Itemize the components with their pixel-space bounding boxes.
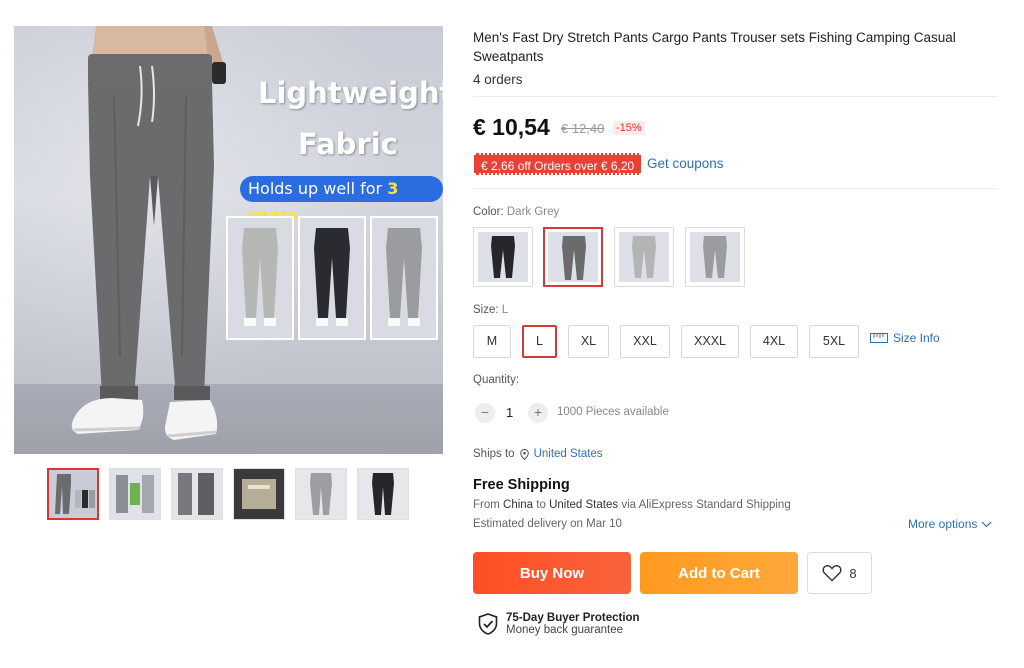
color-selected-value: Dark Grey: [506, 206, 560, 218]
size-label-text: Size:: [473, 304, 502, 316]
thumbnail-2[interactable]: [109, 468, 161, 520]
estimated-delivery: Estimated delivery on Mar 10: [473, 518, 622, 530]
promo-variant-black: [298, 216, 366, 340]
product-title: Men's Fast Dry Stretch Pants Cargo Pants…: [473, 30, 956, 64]
color-option-dark-grey[interactable]: [543, 227, 603, 287]
ships-to-label: Ships to: [473, 448, 515, 460]
current-price: € 10,54: [473, 114, 550, 140]
promo-heading-line1: Lightweight: [258, 76, 443, 110]
protection-subtitle: Money back guarantee: [506, 624, 623, 636]
size-option-l[interactable]: L: [522, 325, 557, 358]
thumb-pants-icon: [296, 469, 346, 519]
thumb-pants-icon: [110, 469, 160, 519]
size-option-xl[interactable]: XL: [568, 325, 609, 358]
orders-count: 4 orders: [473, 72, 523, 87]
pants-light-grey-icon: [619, 232, 669, 282]
original-price: € 12,40: [561, 121, 605, 136]
color-option-grey[interactable]: [685, 227, 745, 287]
pants-grey-icon: [386, 228, 422, 326]
from-prefix: From: [473, 499, 504, 511]
add-to-cart-button[interactable]: Add to Cart: [640, 552, 798, 594]
shipping-route: From China to United States via AliExpre…: [473, 499, 791, 511]
main-product-image[interactable]: Lightweight Fabric Holds up well for 3 y…: [14, 26, 443, 454]
promo-variant-grey: [370, 216, 438, 340]
via-carrier: via AliExpress Standard Shipping: [618, 499, 791, 511]
thumb-pants-icon: [358, 469, 408, 519]
color-swatch: [690, 232, 740, 282]
size-option-m[interactable]: M: [473, 325, 511, 358]
wishlist-count: 8: [849, 565, 857, 581]
ships-to: Ships to United States: [473, 448, 603, 460]
coupon-badge[interactable]: € 2,66 off Orders over € 6,20: [474, 153, 642, 175]
color-swatch: [619, 232, 669, 282]
location-pin-icon: [519, 448, 529, 460]
quantity-decrease-button[interactable]: −: [475, 403, 495, 423]
thumbnail-3[interactable]: [171, 468, 223, 520]
pants-light-icon: [242, 228, 278, 326]
more-options-label: More options: [908, 517, 978, 531]
thumbnail-5[interactable]: [295, 468, 347, 520]
color-option-light-grey[interactable]: [614, 227, 674, 287]
pants-grey-icon: [690, 232, 740, 282]
quantity-value[interactable]: 1: [506, 405, 513, 420]
ships-to-destination[interactable]: United States: [534, 448, 603, 460]
protection-title: 75-Day Buyer Protection: [506, 612, 640, 624]
color-option-black[interactable]: [473, 227, 533, 287]
divider: [473, 188, 998, 189]
promo-pill: Holds up well for 3 years: [240, 176, 443, 224]
pants-black-icon: [478, 232, 528, 282]
size-option-4xl[interactable]: 4XL: [750, 325, 798, 358]
color-swatch: [548, 232, 598, 282]
color-label-text: Color:: [473, 206, 507, 218]
size-info-label: Size Info: [893, 331, 940, 345]
size-info-link[interactable]: Size Info: [870, 331, 940, 345]
thumbnail-1[interactable]: [47, 468, 99, 520]
promo-heading-line2: Fabric: [298, 127, 398, 161]
to-country: United States: [549, 499, 619, 511]
get-coupons-link[interactable]: Get coupons: [647, 156, 724, 171]
model-pants-illustration: [71, 26, 226, 440]
thumbnail-4[interactable]: [233, 468, 285, 520]
discount-badge: -15%: [613, 121, 645, 135]
thumb-pants-icon: [49, 470, 97, 518]
buy-now-button[interactable]: Buy Now: [473, 552, 631, 594]
promo-pill-text: Holds up well for: [248, 179, 388, 198]
wishlist-button[interactable]: 8: [807, 552, 872, 594]
color-swatch: [478, 232, 528, 282]
quantity-increase-button[interactable]: +: [528, 403, 548, 423]
shield-check-icon: [478, 613, 498, 635]
thumbnail-6[interactable]: [357, 468, 409, 520]
color-label: Color: Dark Grey: [473, 206, 559, 218]
size-option-xxxl[interactable]: XXXL: [681, 325, 739, 358]
size-label: Size: L: [473, 304, 508, 316]
ruler-icon: [870, 333, 888, 343]
pants-black-icon: [314, 228, 350, 326]
pants-dark-grey-icon: [548, 232, 598, 282]
chevron-down-icon: [981, 521, 992, 527]
thumb-pants-icon: [172, 469, 222, 519]
quantity-available: 1000 Pieces available: [557, 406, 669, 418]
free-shipping-title: Free Shipping: [473, 477, 570, 493]
heart-icon: [822, 565, 842, 582]
from-country: China: [503, 499, 534, 511]
more-options-link[interactable]: More options: [908, 517, 992, 531]
promo-variant-light-grey: [226, 216, 294, 340]
quantity-label: Quantity:: [473, 374, 520, 386]
size-option-5xl[interactable]: 5XL: [809, 325, 859, 358]
size-option-xxl[interactable]: XXL: [620, 325, 670, 358]
thumb-pants-icon: [234, 469, 284, 519]
divider: [473, 96, 998, 97]
size-selected-value: L: [501, 304, 509, 316]
to-prefix: to: [533, 499, 550, 511]
buyer-protection: 75-Day Buyer Protection Money back guara…: [478, 612, 640, 636]
